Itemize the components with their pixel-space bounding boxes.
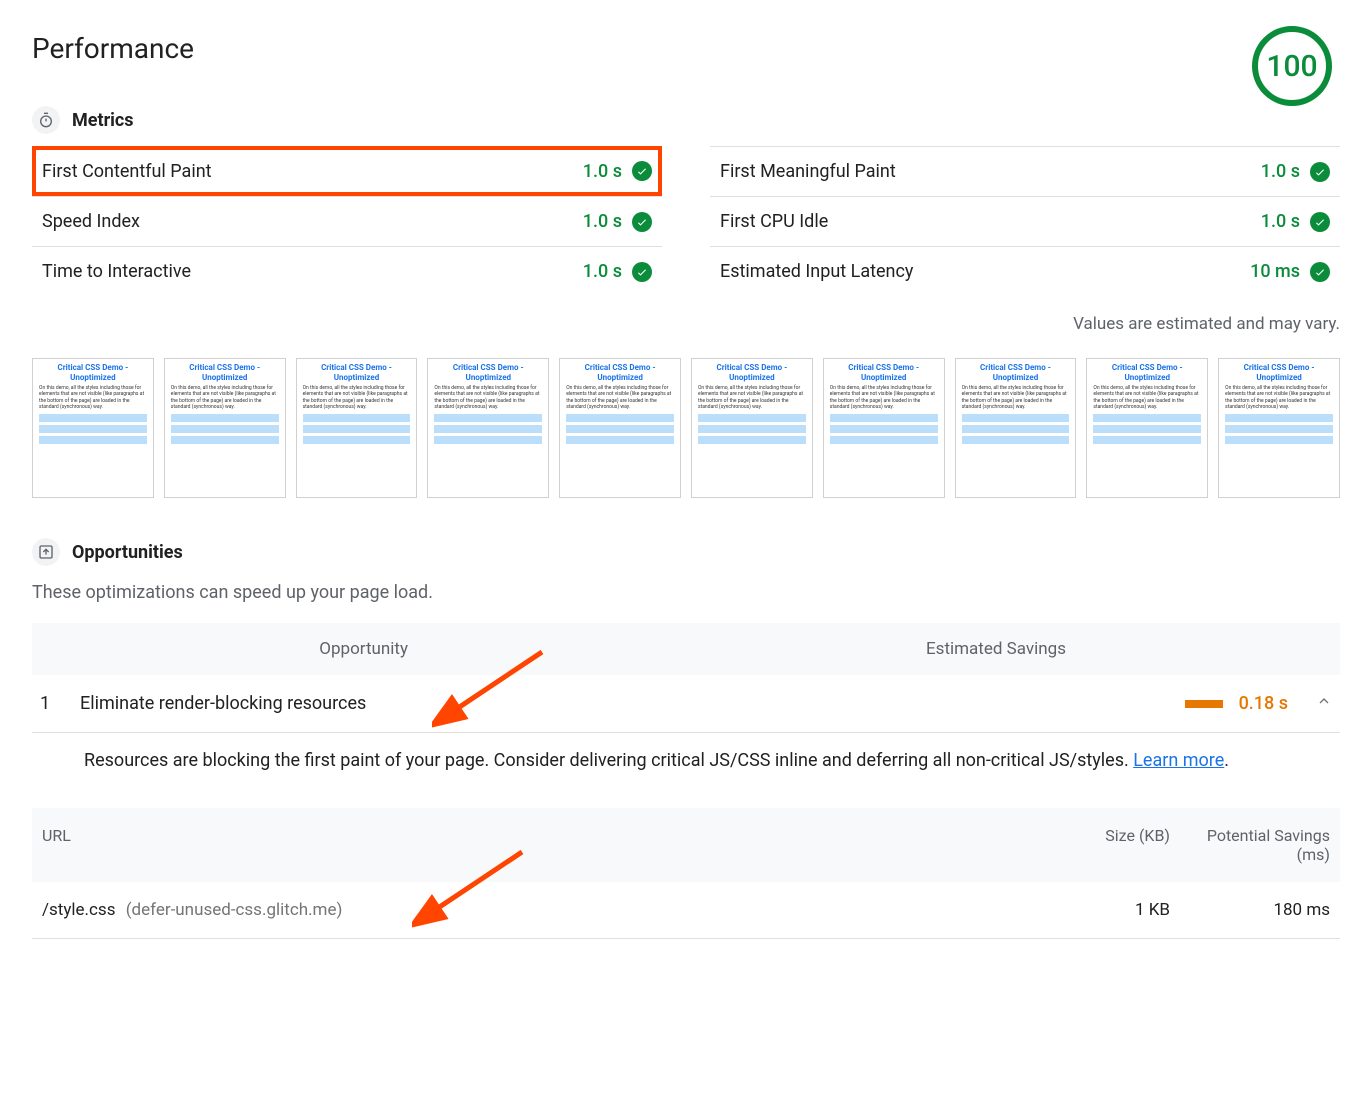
metrics-footnote: Values are estimated and may vary. (32, 314, 1340, 334)
filmstrip-frame: Critical CSS Demo - Unoptimized On this … (32, 358, 154, 498)
savings-column-header: Potential Savings (ms) (1170, 826, 1330, 864)
learn-more-link[interactable]: Learn more (1133, 750, 1224, 771)
metric-row[interactable]: Time to Interactive 1.0 s (32, 246, 662, 296)
opportunities-section-header: Opportunities (32, 538, 1340, 566)
opportunity-detail: Resources are blocking the first paint o… (32, 733, 1340, 788)
opportunities-label: Opportunities (72, 542, 183, 563)
savings-bar (1185, 700, 1223, 708)
opportunities-description: These optimizations can speed up your pa… (32, 582, 1340, 603)
metric-label: First Meaningful Paint (720, 161, 896, 182)
metric-row[interactable]: Speed Index 1.0 s (32, 196, 662, 246)
metric-value: 1.0 s (583, 161, 622, 182)
metric-label: Estimated Input Latency (720, 261, 913, 282)
filmstrip-frame: Critical CSS Demo - Unoptimized On this … (1218, 358, 1340, 498)
metric-label: First Contentful Paint (42, 161, 212, 182)
opportunity-column-header: Opportunity (40, 639, 420, 659)
metric-row[interactable]: Estimated Input Latency 10 ms (710, 246, 1340, 296)
metric-label: First CPU Idle (720, 211, 828, 232)
check-icon (632, 212, 652, 232)
metric-value: 1.0 s (583, 261, 622, 282)
check-icon (632, 161, 652, 181)
metric-value: 10 ms (1250, 261, 1300, 282)
metric-value: 1.0 s (1261, 161, 1300, 182)
savings-column-header: Estimated Savings (420, 639, 1332, 659)
opportunities-icon (32, 538, 60, 566)
check-icon (1310, 262, 1330, 282)
opportunity-detail-text: Resources are blocking the first paint o… (84, 750, 1133, 771)
resource-table-header: URL Size (KB) Potential Savings (ms) (32, 808, 1340, 882)
filmstrip-frame: Critical CSS Demo - Unoptimized On this … (1086, 358, 1208, 498)
filmstrip-frame: Critical CSS Demo - Unoptimized On this … (164, 358, 286, 498)
size-column-header: Size (KB) (1010, 826, 1170, 864)
opportunities-table-header: Opportunity Estimated Savings (32, 623, 1340, 675)
metric-row[interactable]: First Contentful Paint 1.0 s (32, 146, 662, 196)
filmstrip-frame: Critical CSS Demo - Unoptimized On this … (691, 358, 813, 498)
filmstrip-frame: Critical CSS Demo - Unoptimized On this … (559, 358, 681, 498)
filmstrip-frame: Critical CSS Demo - Unoptimized On this … (427, 358, 549, 498)
performance-score: 100 (1252, 26, 1332, 106)
chevron-up-icon[interactable] (1316, 693, 1332, 714)
metric-row[interactable]: First Meaningful Paint 1.0 s (710, 146, 1340, 196)
opportunity-time: 0.18 s (1239, 693, 1288, 714)
check-icon (632, 262, 652, 282)
stopwatch-icon (32, 106, 60, 134)
resource-host: (defer-unused-css.glitch.me) (126, 900, 343, 920)
metric-label: Speed Index (42, 211, 140, 232)
metrics-section-header: Metrics (32, 106, 1340, 134)
resource-path: /style.css (42, 900, 115, 920)
resource-savings: 180 ms (1170, 900, 1330, 920)
resource-row: /style.css (defer-unused-css.glitch.me) … (32, 882, 1340, 939)
metric-value: 1.0 s (583, 211, 622, 232)
opportunity-number: 1 (40, 693, 80, 714)
page-title: Performance (32, 32, 194, 65)
filmstrip-frame: Critical CSS Demo - Unoptimized On this … (296, 358, 418, 498)
opportunity-row[interactable]: 1 Eliminate render-blocking resources 0.… (32, 675, 1340, 733)
metric-label: Time to Interactive (42, 261, 191, 282)
metric-row[interactable]: First CPU Idle 1.0 s (710, 196, 1340, 246)
metrics-label: Metrics (72, 110, 134, 131)
metric-value: 1.0 s (1261, 211, 1300, 232)
check-icon (1310, 212, 1330, 232)
url-column-header: URL (42, 826, 1010, 864)
filmstrip: Critical CSS Demo - Unoptimized On this … (32, 358, 1340, 498)
filmstrip-frame: Critical CSS Demo - Unoptimized On this … (955, 358, 1077, 498)
resource-size: 1 KB (1010, 900, 1170, 920)
opportunity-name: Eliminate render-blocking resources (80, 693, 1185, 714)
filmstrip-frame: Critical CSS Demo - Unoptimized On this … (823, 358, 945, 498)
check-icon (1310, 162, 1330, 182)
